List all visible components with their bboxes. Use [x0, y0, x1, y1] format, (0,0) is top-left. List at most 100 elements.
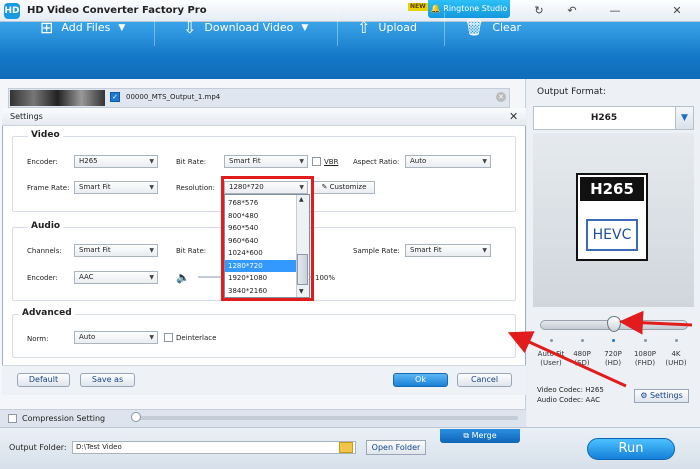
upload-icon: ⇧: [357, 18, 371, 37]
file-name: 00000_MTS_Output_1.mp4: [126, 93, 221, 101]
bitrate-label: Bit Rate:: [176, 158, 207, 166]
quality-tick[interactable]: [675, 339, 678, 342]
video-bitrate-select[interactable]: Smart Fit ▼: [224, 155, 308, 168]
volume-value: 100%: [315, 274, 336, 282]
customize-button[interactable]: ✎ Customize: [313, 181, 375, 194]
add-file-icon: ⊞: [40, 18, 54, 37]
quality-level-desc: (SD): [574, 359, 590, 367]
audio-bitrate-label: Bit Rate:: [176, 247, 207, 255]
resolution-label: Resolution:: [176, 184, 215, 192]
quality-level-label[interactable]: 480P (SD): [567, 350, 597, 368]
bell-icon: 🔔: [430, 4, 444, 13]
quality-level-name: 480P: [573, 350, 591, 358]
frame-rate-select[interactable]: Smart Fit ▼: [74, 181, 158, 194]
default-button[interactable]: Default: [17, 373, 70, 387]
chevron-down-icon: ▼: [301, 23, 309, 33]
chevron-down-icon: ▼: [149, 184, 154, 191]
deinterlace-checkbox[interactable]: [164, 333, 173, 342]
settings-dialog-title: Settings: [10, 112, 43, 121]
pencil-icon: ✎: [321, 183, 330, 191]
aspect-ratio-select[interactable]: Auto ▼: [405, 155, 491, 168]
chevron-down-icon: ▼: [482, 158, 487, 165]
new-badge: NEW: [408, 3, 428, 11]
vbr-checkbox[interactable]: [312, 157, 321, 166]
sample-rate-label: Sample Rate:: [353, 247, 400, 255]
merge-button[interactable]: ⧉ Merge: [440, 429, 520, 443]
quality-level-name: Auto Fit: [537, 350, 565, 358]
audio-encoder-select[interactable]: AAC ▼: [74, 271, 158, 284]
norm-select[interactable]: Auto ▼: [74, 331, 158, 344]
toolbar-divider: [337, 12, 338, 46]
settings-button[interactable]: ⚙ Settings: [634, 389, 689, 403]
chevron-down-icon: ▼: [149, 158, 154, 165]
deinterlace-label: Deinterlace: [176, 334, 217, 342]
remove-file-icon[interactable]: ✕: [496, 92, 506, 102]
output-folder-label: Output Folder:: [9, 443, 67, 452]
chevron-down-icon: ▼: [149, 334, 154, 341]
clear-button[interactable]: 🗑 Clear: [464, 16, 521, 40]
chevron-down-icon: ▼: [299, 158, 304, 165]
quality-level-desc: (UHD): [665, 359, 687, 367]
quality-level-name: 720P: [604, 350, 622, 358]
quality-tick[interactable]: [644, 339, 647, 342]
minimize-button[interactable]: —: [603, 2, 627, 20]
save-as-button[interactable]: Save as: [80, 373, 135, 387]
quality-level-label[interactable]: 720P (HD): [598, 350, 628, 368]
app-logo-icon: HD: [4, 3, 20, 19]
audio-encoder-label: Encoder:: [27, 274, 58, 282]
trash-icon: 🗑: [464, 18, 485, 37]
quality-level-label[interactable]: Auto Fit (User): [536, 350, 566, 368]
volume-icon: 🔈: [176, 271, 190, 284]
compression-label: Compression Setting: [22, 414, 106, 423]
audio-group-title: Audio: [28, 221, 64, 231]
output-folder-input[interactable]: D:\Test Video: [72, 441, 356, 454]
compression-slider[interactable]: [134, 416, 518, 420]
folder-icon[interactable]: [339, 442, 353, 453]
ok-button[interactable]: Ok: [393, 373, 448, 387]
sample-rate-select[interactable]: Smart Fit ▼: [405, 244, 491, 257]
quality-level-label[interactable]: 1080P (FHD): [630, 350, 660, 368]
toolbar-divider: [444, 12, 445, 46]
merge-icon: ⧉: [463, 431, 472, 440]
quality-tick[interactable]: [550, 339, 553, 342]
settings-dialog-titlebar: [2, 108, 526, 126]
gear-icon: ⚙: [640, 391, 650, 400]
app-title: HD Video Converter Factory Pro: [27, 5, 207, 16]
open-folder-button[interactable]: Open Folder: [366, 440, 426, 455]
channels-label: Channels:: [27, 247, 62, 255]
quality-tick[interactable]: [612, 339, 615, 342]
quality-tick[interactable]: [581, 339, 584, 342]
chevron-down-icon: ▼: [118, 23, 126, 33]
chevron-down-icon: ▼: [149, 247, 154, 254]
output-format-label: Output Format:: [537, 87, 606, 97]
chevron-down-icon: ▼: [482, 247, 487, 254]
audio-codec-info: Audio Codec: AAC: [537, 396, 601, 404]
norm-label: Norm:: [27, 335, 49, 343]
close-button[interactable]: ✕: [665, 2, 689, 20]
aspect-ratio-label: Aspect Ratio:: [353, 158, 400, 166]
quality-level-desc: (User): [540, 359, 562, 367]
upload-button[interactable]: ⇧ Upload: [357, 16, 417, 40]
channels-select[interactable]: Smart Fit ▼: [74, 244, 158, 257]
run-button[interactable]: Run: [587, 438, 675, 460]
file-checkbox[interactable]: ✓: [110, 92, 120, 102]
compression-slider-knob[interactable]: [131, 412, 141, 422]
quality-level-label[interactable]: 4K (UHD): [661, 350, 691, 368]
advanced-group-title: Advanced: [19, 308, 75, 318]
download-video-button[interactable]: ⇩ Download Video ▼: [183, 16, 308, 40]
output-format-value: H265: [590, 113, 618, 123]
quality-level-name: 1080P: [633, 350, 657, 358]
back-icon[interactable]: ↶: [560, 2, 584, 20]
frame-rate-label: Frame Rate:: [27, 184, 70, 192]
settings-close-icon[interactable]: ✕: [509, 110, 518, 123]
chevron-down-icon[interactable]: ▼: [675, 107, 693, 129]
add-files-button[interactable]: ⊞ Add Files ▼: [40, 16, 125, 40]
video-encoder-select[interactable]: H265 ▼: [74, 155, 158, 168]
video-group-title: Video: [28, 130, 63, 140]
compression-checkbox[interactable]: [8, 414, 17, 423]
cancel-button[interactable]: Cancel: [457, 373, 512, 387]
hevc-label: HEVC: [586, 219, 638, 251]
chevron-down-icon: ▼: [149, 274, 154, 281]
video-codec-info: Video Codec: H265: [537, 386, 604, 394]
refresh-icon[interactable]: ↻: [527, 2, 551, 20]
